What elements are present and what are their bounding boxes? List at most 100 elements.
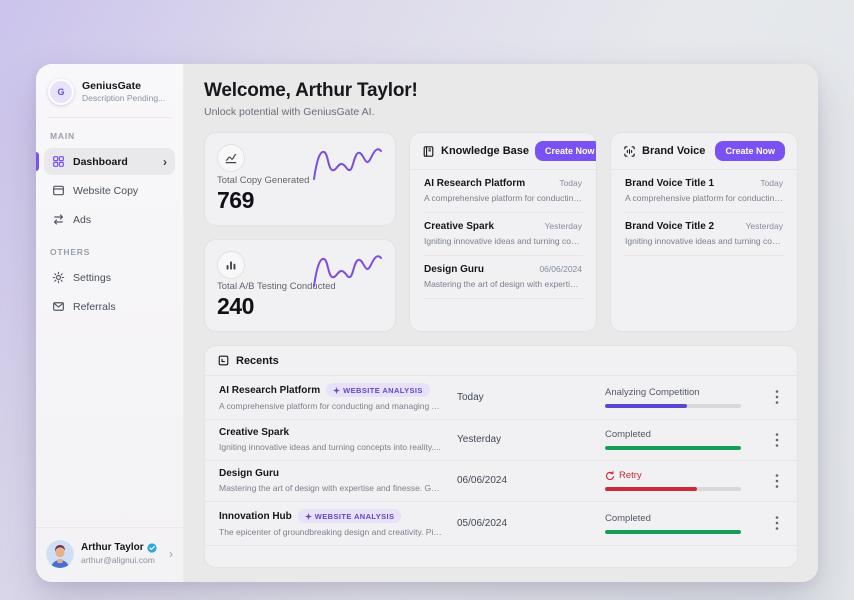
app-window: G GeniusGate Description Pending... MAIN… [36, 64, 818, 582]
stat-card-copy-generated[interactable]: Total Copy Generated 769 [204, 132, 396, 226]
brand-voice-item[interactable]: Brand Voice Title 2 Yesterday Igniting i… [624, 213, 784, 256]
row-date: 05/06/2024 [457, 518, 605, 529]
row-date: 06/06/2024 [457, 475, 605, 486]
nav-section-main: MAIN [36, 118, 183, 147]
item-description: Igniting innovative ideas and turning co… [424, 236, 582, 246]
progress-bar [605, 487, 741, 491]
user-name: Arthur Taylor [81, 541, 157, 555]
item-title: Design Guru [424, 264, 484, 275]
panel-title: Recents [236, 355, 279, 367]
brand-voice-panel: Brand Voice Create Now Brand Voice Title… [610, 132, 798, 332]
sparkline [311, 250, 383, 292]
knowledge-base-item[interactable]: Creative Spark Yesterday Igniting innova… [423, 213, 583, 256]
sidebar-item-settings[interactable]: Settings [44, 264, 175, 291]
app-tagline: Description Pending... [82, 93, 165, 104]
row-status: Retry [605, 470, 763, 491]
page-title: Welcome, Arthur Taylor! [204, 80, 798, 102]
row-description: A comprehensive platform for conducting … [219, 401, 457, 411]
table-row[interactable]: Innovation Hub WEBSITE ANALYSIS The epic… [205, 502, 797, 546]
create-knowledge-base-button[interactable]: Create Now [535, 141, 597, 161]
voice-scan-icon [623, 145, 636, 158]
kebab-menu-icon[interactable] [769, 470, 785, 492]
row-description: Igniting innovative ideas and turning co… [219, 442, 457, 452]
status-text: Completed [605, 513, 651, 524]
website-analysis-badge: WEBSITE ANALYSIS [298, 509, 402, 523]
status-text: Analyzing Competition [605, 387, 700, 398]
item-description: Mastering the art of design with experti… [424, 279, 582, 289]
envelope-icon [52, 300, 65, 313]
app-logo: G [48, 79, 74, 105]
row-status: Analyzing Competition [605, 387, 763, 408]
page-subtitle: Unlock potential with GeniusGate AI. [204, 106, 798, 118]
table-row[interactable]: Creative Spark Igniting innovative ideas… [205, 420, 797, 461]
table-row[interactable]: Design Guru Mastering the art of design … [205, 461, 797, 502]
item-date: Today [551, 178, 582, 188]
website-analysis-badge: WEBSITE ANALYSIS [326, 383, 430, 397]
row-title: Creative Spark [219, 427, 289, 438]
app-name: GeniusGate [82, 80, 165, 94]
knowledge-base-item[interactable]: AI Research Platform Today A comprehensi… [423, 170, 583, 213]
status-text: Retry [619, 470, 642, 481]
chevron-right-icon: › [169, 547, 173, 561]
verified-badge-icon [147, 543, 157, 553]
sidebar-item-referrals[interactable]: Referrals [44, 293, 175, 320]
panel-title: Knowledge Base [441, 145, 529, 157]
recents-table: AI Research Platform WEBSITE ANALYSIS A … [205, 376, 797, 567]
panel-title: Brand Voice [642, 145, 705, 157]
item-title: AI Research Platform [424, 178, 525, 189]
row-status: Completed [605, 513, 763, 534]
knowledge-base-item[interactable]: Design Guru 06/06/2024 Mastering the art… [423, 256, 583, 299]
workspace-header[interactable]: G GeniusGate Description Pending... [36, 64, 183, 117]
main-content: Welcome, Arthur Taylor! Unlock potential… [184, 64, 818, 582]
swap-arrows-icon [52, 213, 65, 226]
grid-icon [52, 155, 65, 168]
item-date: Yesterday [738, 221, 784, 231]
sparkle-icon [305, 513, 312, 520]
brand-voice-list: Brand Voice Title 1 Today A comprehensiv… [611, 170, 797, 256]
sidebar-item-website-copy[interactable]: Website Copy [44, 177, 175, 204]
row-date: Yesterday [457, 434, 605, 445]
brand-voice-item[interactable]: Brand Voice Title 1 Today A comprehensiv… [624, 170, 784, 213]
knowledge-base-panel: Knowledge Base Create Now AI Research Pl… [409, 132, 597, 332]
progress-bar [605, 404, 741, 408]
stat-value: 769 [217, 187, 383, 214]
sparkle-icon [333, 387, 340, 394]
sidebar-item-label: Settings [73, 272, 111, 284]
stat-card-ab-testing[interactable]: Total A/B Testing Conducted 240 [204, 239, 396, 333]
item-description: A comprehensive platform for conducting … [424, 193, 582, 203]
item-date: Yesterday [537, 221, 583, 231]
retry-icon [605, 471, 615, 481]
knowledge-base-list: AI Research Platform Today A comprehensi… [410, 170, 596, 299]
sidebar-item-label: Ads [73, 214, 91, 226]
user-profile[interactable]: Arthur Taylor arthur@alignui.com › [36, 527, 183, 582]
row-date: Today [457, 392, 605, 403]
sidebar-item-label: Website Copy [73, 185, 138, 197]
nav-section-others: OTHERS [36, 234, 183, 263]
browser-window-icon [52, 184, 65, 197]
stat-value: 240 [217, 293, 383, 320]
chevron-right-icon: › [163, 156, 167, 168]
status-text: Completed [605, 429, 651, 440]
item-title: Creative Spark [424, 221, 494, 232]
kebab-menu-icon[interactable] [769, 429, 785, 451]
sparkline [311, 143, 383, 185]
table-row[interactable]: AI Research Platform WEBSITE ANALYSIS A … [205, 376, 797, 420]
progress-bar [605, 446, 741, 450]
gear-icon [52, 271, 65, 284]
user-email: arthur@alignui.com [81, 555, 157, 566]
sidebar-item-ads[interactable]: Ads [44, 206, 175, 233]
create-brand-voice-button[interactable]: Create Now [715, 141, 785, 161]
avatar [46, 540, 74, 568]
row-title: Innovation Hub [219, 511, 292, 522]
kebab-menu-icon[interactable] [769, 512, 785, 534]
row-description: The epicenter of groundbreaking design a… [219, 527, 457, 537]
line-chart-icon [217, 144, 245, 172]
recents-icon [217, 354, 230, 367]
row-title: Design Guru [219, 468, 279, 479]
row-description: Mastering the art of design with experti… [219, 483, 457, 493]
sidebar-item-dashboard[interactable]: Dashboard › [44, 148, 175, 175]
stats-column: Total Copy Generated 769 Total A/ [204, 132, 396, 332]
active-indicator [36, 152, 39, 171]
kebab-menu-icon[interactable] [769, 386, 785, 408]
book-icon [422, 145, 435, 158]
